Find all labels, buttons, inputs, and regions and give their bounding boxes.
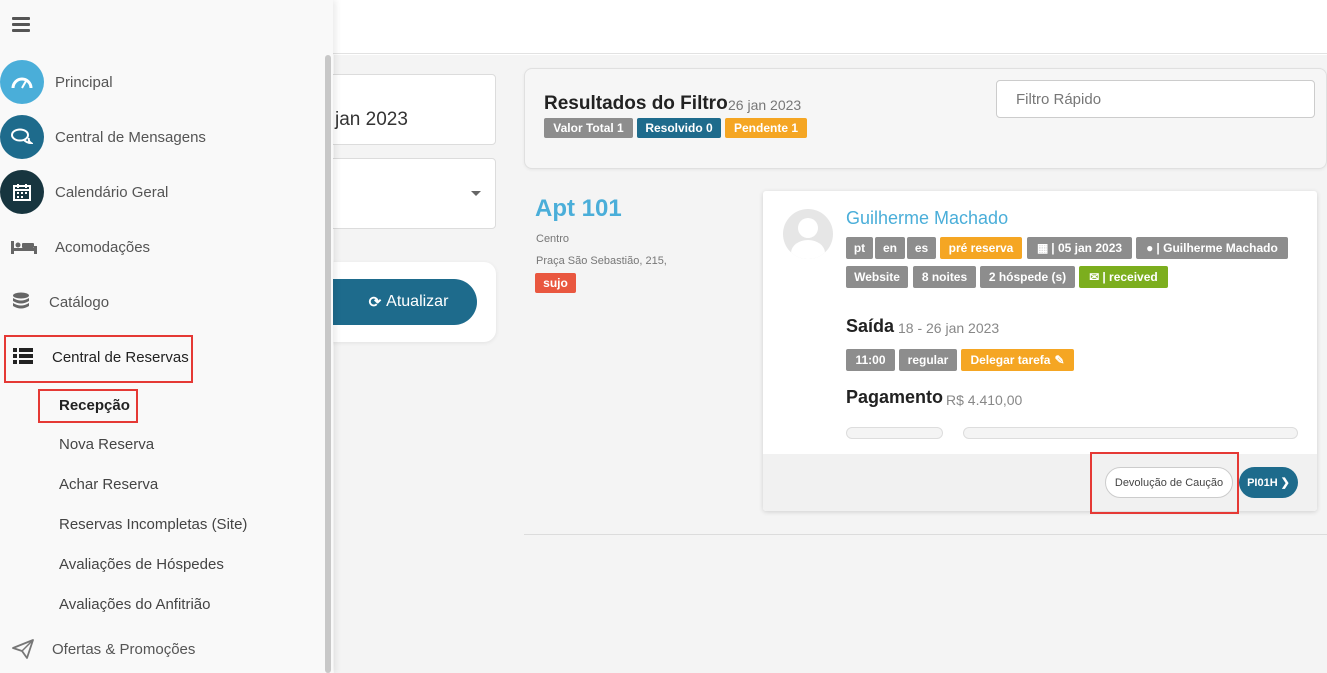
booking-agent-text: | Guilherme Machado xyxy=(1156,241,1278,255)
bed-icon xyxy=(11,239,37,260)
pending-badge[interactable]: Pendente 1 xyxy=(725,118,807,138)
apartment-region: Centro xyxy=(536,233,570,245)
booking-agent-tag: ● | Guilherme Machado xyxy=(1136,237,1288,259)
checkout-type-tag: regular xyxy=(899,349,957,371)
channel-tag: Website xyxy=(846,266,908,288)
refresh-icon: ⟳ xyxy=(368,294,382,311)
lang-tag-pt[interactable]: pt xyxy=(846,237,873,259)
guests-tag: 2 hóspede (s) xyxy=(980,266,1075,288)
highlight-box xyxy=(38,389,138,423)
divider xyxy=(524,534,1327,535)
apartment-address: Praça São Sebastião, 215, xyxy=(536,255,667,267)
delegate-task-button[interactable]: Delegar tarefa ✎ xyxy=(961,349,1074,371)
envelope-icon: ✉ xyxy=(1089,270,1100,284)
apartment-title[interactable]: Apt 101 xyxy=(535,195,622,223)
submenu-item-achar-reserva[interactable]: Achar Reserva xyxy=(59,476,158,493)
calendar-icon xyxy=(0,170,44,214)
update-button-label: Atualizar xyxy=(386,293,449,310)
sidebar-item-calendario[interactable]: Calendário Geral xyxy=(55,184,168,201)
pi01h-button[interactable]: PI01H ❯ xyxy=(1239,467,1298,498)
lang-tag-es[interactable]: es xyxy=(907,237,936,259)
chevron-right-icon: ❯ xyxy=(1280,477,1290,489)
filter-date: 26 jan 2023 xyxy=(728,97,802,113)
cleaning-status-badge: sujo xyxy=(535,273,576,293)
highlight-box xyxy=(1090,452,1239,514)
chat-bubbles-icon xyxy=(0,115,44,159)
sidebar-item-catalogo[interactable]: Catálogo xyxy=(49,294,109,311)
speedometer-icon xyxy=(0,60,44,104)
message-status-text: | received xyxy=(1102,270,1158,284)
paper-plane-icon xyxy=(12,639,34,664)
resolved-badge[interactable]: Resolvido 0 xyxy=(637,118,721,138)
calendar-icon: ▦ xyxy=(1036,241,1049,255)
filter-title: Resultados do Filtro xyxy=(544,93,728,114)
submenu-item-avaliacoes-anfitriao[interactable]: Avaliações do Anfitrião xyxy=(59,596,211,613)
quick-filter-input[interactable] xyxy=(996,80,1315,118)
total-badge[interactable]: Valor Total 1 xyxy=(544,118,633,138)
date-picker-value: jan 2023 xyxy=(335,109,408,130)
filter-column xyxy=(334,55,515,673)
submenu-item-nova-reserva[interactable]: Nova Reserva xyxy=(59,436,154,453)
payment-progress-bar xyxy=(963,427,1298,439)
pencil-icon: ✎ xyxy=(1054,353,1065,367)
sidebar-scrollbar[interactable] xyxy=(325,55,331,673)
user-icon: ● xyxy=(1146,241,1154,255)
sidebar-item-principal[interactable]: Principal xyxy=(55,74,113,91)
delegate-task-label: Delegar tarefa xyxy=(970,353,1051,367)
highlight-box xyxy=(4,335,193,383)
payment-title: Pagamento xyxy=(846,387,944,407)
booking-status-tag: pré reserva xyxy=(940,237,1022,259)
payment-amount: R$ 4.410,00 xyxy=(946,392,1023,408)
booking-date-text: | 05 jan 2023 xyxy=(1051,241,1123,255)
pi01h-label: PI01H xyxy=(1247,476,1278,489)
submenu-item-reservas-incompletas[interactable]: Reservas Incompletas (Site) xyxy=(59,516,247,533)
booking-date-tag: ▦ | 05 jan 2023 xyxy=(1027,237,1132,259)
checkout-dates: 18 - 26 jan 2023 xyxy=(898,320,1000,336)
message-status-tag: ✉ | received xyxy=(1079,266,1168,288)
database-icon xyxy=(12,292,30,317)
sidebar-item-mensagens[interactable]: Central de Mensagens xyxy=(55,129,206,146)
hamburger-menu-icon[interactable] xyxy=(12,17,30,33)
submenu-item-avaliacoes-hospedes[interactable]: Avaliações de Hóspedes xyxy=(59,556,224,573)
checkout-title: Saída xyxy=(846,316,895,336)
checkout-time-tag: 11:00 xyxy=(846,349,895,371)
lang-tag-en[interactable]: en xyxy=(875,237,905,259)
sidebar-item-acomodacoes[interactable]: Acomodações xyxy=(55,239,150,256)
guest-avatar xyxy=(783,209,833,259)
nights-tag: 8 noites xyxy=(913,266,976,288)
guest-name-link[interactable]: Guilherme Machado xyxy=(846,208,1008,229)
sidebar-item-ofertas[interactable]: Ofertas & Promoções xyxy=(52,641,195,658)
payment-progress-bar xyxy=(846,427,943,439)
chevron-down-icon xyxy=(471,191,481,196)
